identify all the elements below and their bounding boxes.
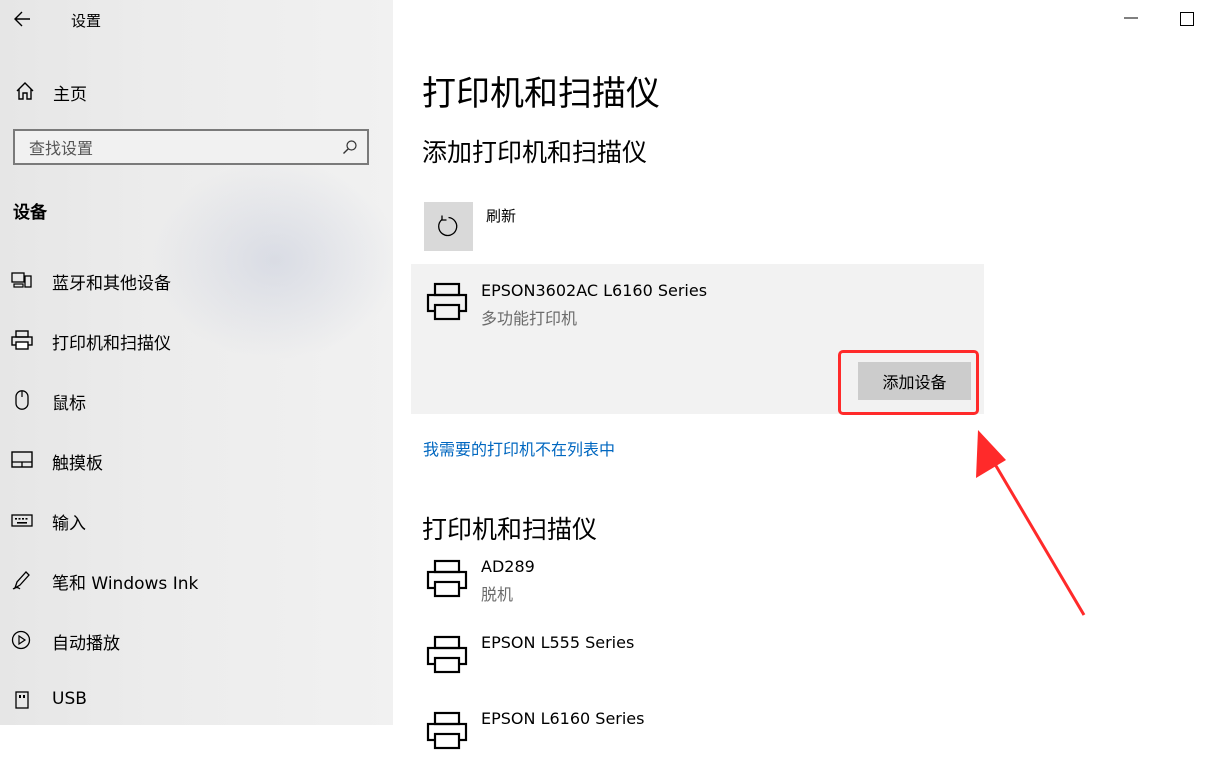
add-section-title: 添加打印机和扫描仪 <box>422 138 648 167</box>
keyboard-icon <box>11 514 33 527</box>
sidebar-item-label: 自动播放 <box>52 634 120 654</box>
sidebar-item-typing[interactable]: 输入 <box>0 500 393 540</box>
printers-list-title: 打印机和扫描仪 <box>422 515 598 544</box>
maximize-icon <box>1180 12 1194 26</box>
back-arrow-icon <box>14 11 30 27</box>
highlight-box <box>838 350 979 415</box>
sidebar-item-label: USB <box>52 689 87 709</box>
sidebar-item-label: 蓝牙和其他设备 <box>52 274 171 294</box>
printer-icon <box>426 711 468 750</box>
device-item-epson-l6160[interactable]: EPSON L6160 Series <box>422 709 982 769</box>
sidebar-item-label: 触摸板 <box>52 454 103 474</box>
refresh-icon <box>438 215 458 237</box>
sidebar-item-label: 笔和 Windows Ink <box>52 574 199 594</box>
sidebar-item-label: 鼠标 <box>52 394 86 414</box>
device-status: 脱机 <box>481 585 514 604</box>
mouse-icon <box>15 390 29 410</box>
device-item-ad289[interactable]: AD289 脱机 <box>422 557 982 617</box>
device-item-epson-l555[interactable]: EPSON L555 Series <box>422 633 982 693</box>
search-input[interactable] <box>27 136 331 160</box>
sidebar-item-usb[interactable]: USB <box>0 680 393 720</box>
pen-icon <box>12 571 30 590</box>
touchpad-icon <box>11 451 33 468</box>
page-title: 打印机和扫描仪 <box>422 74 660 114</box>
search-box[interactable] <box>13 129 369 165</box>
device-name: EPSON L555 Series <box>481 633 635 652</box>
bluetooth-devices-icon <box>11 272 32 288</box>
sidebar-item-label: 打印机和扫描仪 <box>52 334 171 354</box>
app-title: 设置 <box>71 12 102 30</box>
usb-icon <box>15 691 29 709</box>
sidebar: 设置 主页 设备 蓝牙和其他设备 打印机和扫描仪 <box>0 0 393 725</box>
printer-icon <box>11 330 33 350</box>
back-button[interactable] <box>10 6 36 32</box>
refresh-label[interactable]: 刷新 <box>486 205 516 226</box>
sidebar-item-autoplay[interactable]: 自动播放 <box>0 620 393 660</box>
printer-icon <box>426 635 468 674</box>
maximize-button[interactable] <box>1180 11 1194 26</box>
sidebar-item-pen[interactable]: 笔和 Windows Ink <box>0 560 393 600</box>
section-heading: 设备 <box>13 203 47 223</box>
found-device-name: EPSON3602AC L6160 Series <box>481 281 708 300</box>
nav-home-label: 主页 <box>53 85 87 105</box>
sidebar-item-mouse[interactable]: 鼠标 <box>0 380 393 420</box>
sidebar-item-bluetooth[interactable]: 蓝牙和其他设备 <box>0 260 393 300</box>
printer-not-listed-link[interactable]: 我需要的打印机不在列表中 <box>423 436 615 460</box>
found-device-type: 多功能打印机 <box>481 309 578 328</box>
nav-home[interactable]: 主页 <box>0 75 393 107</box>
autoplay-icon <box>11 630 31 650</box>
home-icon <box>16 82 34 100</box>
refresh-button[interactable] <box>424 202 473 251</box>
search-icon <box>343 140 357 154</box>
minimize-button[interactable] <box>1123 10 1139 26</box>
sidebar-item-printers[interactable]: 打印机和扫描仪 <box>0 320 393 360</box>
minimize-icon <box>1124 17 1138 19</box>
device-name: AD289 <box>481 557 535 576</box>
device-name: EPSON L6160 Series <box>481 709 645 728</box>
sidebar-item-touchpad[interactable]: 触摸板 <box>0 440 393 480</box>
sidebar-item-label: 输入 <box>52 514 86 534</box>
printer-icon <box>426 282 468 321</box>
printer-icon <box>426 559 468 598</box>
